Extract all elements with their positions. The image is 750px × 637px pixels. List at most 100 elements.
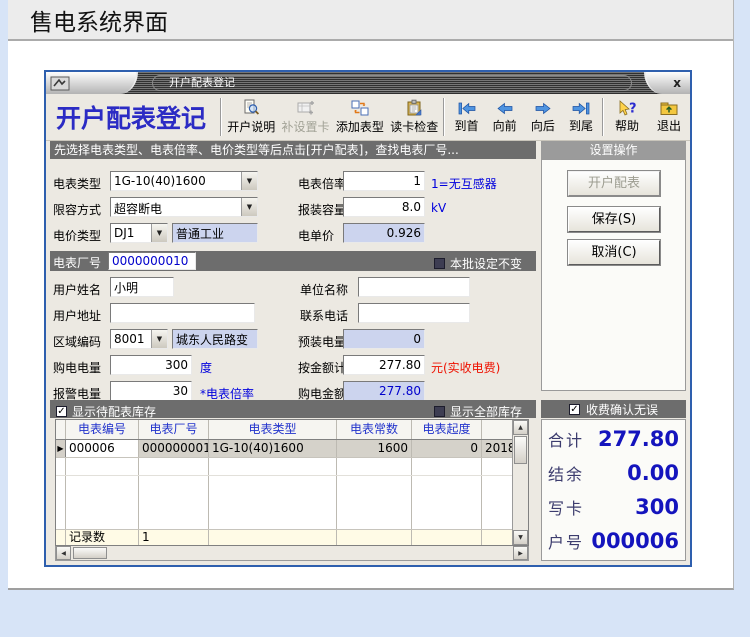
reissue-card-button[interactable]: 补设置卡 bbox=[278, 99, 332, 135]
vertical-scrollbar[interactable]: ▲ ▼ bbox=[512, 420, 528, 545]
meter-type-label: 电表类型 bbox=[53, 175, 101, 192]
limit-mode-label: 限容方式 bbox=[53, 201, 101, 218]
scroll-right-icon[interactable]: ▶ bbox=[513, 546, 528, 560]
grid-col-header[interactable]: 电表起度 bbox=[412, 420, 482, 439]
grid-columns: 电表编号 电表厂号 电表类型 电表常数 电表起度 ▶ 000006 000000… bbox=[56, 420, 512, 545]
capacity-note: kV bbox=[431, 201, 446, 215]
open-help-button[interactable]: 开户说明 bbox=[224, 99, 278, 135]
cell-start: 0 bbox=[412, 440, 482, 457]
amount-calc-input[interactable] bbox=[343, 355, 425, 375]
toolbar-button-label: 读卡检查 bbox=[390, 118, 438, 135]
summary-panel: 合计 277.80 结余 0.00 写卡 300 户号 000006 bbox=[541, 419, 686, 561]
close-icon[interactable]: x bbox=[673, 77, 681, 89]
exit-button[interactable]: 退出 bbox=[648, 100, 690, 134]
go-prev-button[interactable]: 向前 bbox=[486, 101, 524, 134]
batch-fixed-checkbox[interactable]: 本批设定不变 bbox=[434, 255, 522, 272]
stock-filter-bar: ✓ 显示待配表库存 显示全部库存 bbox=[50, 400, 536, 418]
summary-row-total: 合计 277.80 bbox=[548, 427, 679, 451]
save-button[interactable]: 保存(S) bbox=[568, 207, 660, 232]
checkbox-checked-icon[interactable]: ✓ bbox=[569, 404, 580, 415]
factory-no-input[interactable] bbox=[108, 252, 196, 270]
capacity-input[interactable] bbox=[343, 197, 425, 217]
show-pending-checkbox[interactable]: ✓ 显示待配表库存 bbox=[56, 403, 156, 420]
ratio-input[interactable] bbox=[343, 171, 425, 191]
purchase-amount-field bbox=[343, 381, 425, 401]
alarm-qty-input[interactable] bbox=[110, 381, 192, 401]
summary-row-balance: 结余 0.00 bbox=[548, 461, 679, 485]
grid-col-header[interactable]: 电表厂号 bbox=[139, 420, 209, 439]
org-name-label: 单位名称 bbox=[300, 281, 348, 298]
checkbox-unchecked-icon[interactable] bbox=[434, 406, 445, 417]
total-label: 合计 bbox=[548, 427, 584, 451]
titlebar-close-area: x bbox=[644, 72, 690, 94]
purchase-qty-input[interactable] bbox=[110, 355, 192, 375]
toolbar-button-label: 退出 bbox=[657, 117, 681, 134]
address-input[interactable] bbox=[110, 303, 255, 323]
region-desc-field bbox=[172, 329, 258, 349]
cancel-button[interactable]: 取消(C) bbox=[568, 240, 660, 265]
help-button[interactable]: ? 帮助 bbox=[606, 100, 648, 134]
arrow-left-icon bbox=[495, 101, 515, 116]
open-account-button[interactable]: 开户配表 bbox=[568, 171, 660, 196]
unit-price-label: 电单价 bbox=[298, 227, 334, 244]
org-name-input[interactable] bbox=[358, 277, 470, 297]
ratio-label: 电表倍率 bbox=[298, 175, 346, 192]
action-button-panel: 开户配表 保存(S) 取消(C) bbox=[541, 159, 686, 391]
region-code-select[interactable]: 8001 ▼ bbox=[110, 329, 168, 349]
read-card-check-button[interactable]: 读卡检查 bbox=[387, 99, 441, 135]
go-last-button[interactable]: 到尾 bbox=[562, 101, 600, 134]
add-meter-type-button[interactable]: 添加表型 bbox=[333, 99, 387, 135]
meter-type-select[interactable]: 1G-10(40)1600 ▼ bbox=[110, 171, 258, 191]
form-row: 电价类型 DJ1 ▼ 电单价 bbox=[50, 223, 536, 245]
exit-folder-icon bbox=[659, 100, 679, 116]
cell-meter-no: 000006 bbox=[66, 440, 139, 457]
grid-col-header[interactable]: 电表编号 bbox=[66, 420, 139, 439]
price-type-code: DJ1 bbox=[111, 224, 151, 242]
phone-input[interactable] bbox=[358, 303, 470, 323]
scroll-down-icon[interactable]: ▼ bbox=[513, 530, 528, 545]
cell-factory-no: 0000000010 bbox=[139, 440, 209, 457]
table-row[interactable]: ▶ 000006 0000000010 1G-10(40)1600 1600 0… bbox=[56, 440, 512, 458]
side-panel: 设置操作 开户配表 保存(S) 取消(C) ✓ 收费确认无误 合计 277.80 bbox=[541, 141, 686, 565]
titlebar-tab bbox=[46, 72, 138, 94]
balance-label: 结余 bbox=[548, 461, 584, 485]
go-next-button[interactable]: 向后 bbox=[524, 101, 562, 134]
user-name-input[interactable] bbox=[110, 277, 174, 297]
fee-confirm-label: 收费确认无误 bbox=[586, 401, 658, 418]
toolbar-button-label: 添加表型 bbox=[336, 118, 384, 135]
grid-col-header[interactable]: 电表常数 bbox=[337, 420, 412, 439]
vscroll-thumb[interactable] bbox=[514, 436, 527, 464]
checkbox-checked-icon[interactable]: ✓ bbox=[56, 406, 67, 417]
chevron-down-icon[interactable]: ▼ bbox=[241, 172, 257, 190]
write-card-label: 写卡 bbox=[548, 495, 584, 519]
chevron-down-icon[interactable]: ▼ bbox=[151, 330, 167, 348]
vscroll-track[interactable] bbox=[513, 465, 528, 530]
hscroll-track[interactable] bbox=[109, 546, 513, 560]
summary-row-account-no: 户号 000006 bbox=[548, 529, 679, 553]
grid-filler bbox=[56, 476, 512, 529]
price-type-select[interactable]: DJ1 ▼ bbox=[110, 223, 168, 243]
toolbar-button-label: 帮助 bbox=[615, 117, 639, 134]
scroll-left-icon[interactable]: ◀ bbox=[56, 546, 71, 560]
clipboard-icon bbox=[404, 99, 424, 117]
scroll-up-icon[interactable]: ▲ bbox=[513, 420, 528, 435]
cell-date: 2018- bbox=[482, 440, 512, 457]
hscroll-thumb[interactable] bbox=[73, 547, 107, 559]
grid-col-header[interactable] bbox=[482, 420, 512, 439]
show-all-label: 显示全部库存 bbox=[450, 403, 522, 420]
grid-col-header[interactable]: 电表类型 bbox=[209, 420, 337, 439]
show-all-checkbox[interactable]: 显示全部库存 bbox=[434, 403, 522, 420]
limit-mode-select[interactable]: 超容断电 ▼ bbox=[110, 197, 258, 217]
toolbar: 开户配表登记 开户说明 补设置卡 bbox=[46, 94, 690, 141]
price-type-label: 电价类型 bbox=[53, 227, 101, 244]
account-no-value: 000006 bbox=[591, 529, 679, 553]
horizontal-scrollbar[interactable]: ◀ ▶ bbox=[55, 546, 529, 561]
balance-value: 0.00 bbox=[627, 461, 679, 485]
show-pending-label: 显示待配表库存 bbox=[72, 403, 156, 420]
go-first-button[interactable]: 到首 bbox=[447, 101, 485, 134]
chevron-down-icon[interactable]: ▼ bbox=[151, 224, 167, 242]
limit-mode-value: 超容断电 bbox=[111, 198, 241, 216]
chevron-down-icon[interactable]: ▼ bbox=[241, 198, 257, 216]
question-mark-glyph: ? bbox=[629, 102, 637, 117]
checkbox-unchecked-icon[interactable] bbox=[434, 258, 445, 269]
